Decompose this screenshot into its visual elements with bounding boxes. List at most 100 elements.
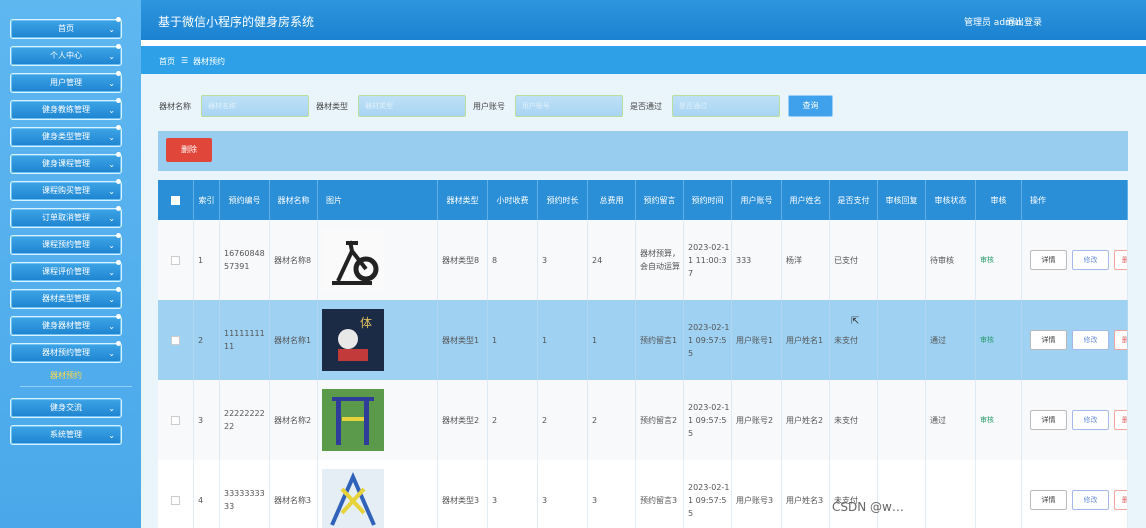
column-header-label: 图片 <box>326 195 342 205</box>
table-row[interactable]: 1 1676084857391 器材名称8 器材类型8 8 3 24 器材预算，会自动运算 20… <box>158 220 1128 300</box>
edit-button[interactable]: 修改 <box>1072 250 1109 270</box>
sidebar-item-label: 课程购买管理 <box>42 186 90 195</box>
logout-link[interactable]: 退出登录 <box>1006 15 1042 28</box>
row-checkbox-cell <box>158 300 194 380</box>
cell-total: 24 <box>588 220 636 300</box>
cell-text[interactable]: 审核 <box>980 414 994 427</box>
sidebar-item-label: 器材类型管理 <box>42 294 90 303</box>
row-checkbox[interactable] <box>171 335 180 345</box>
delete-button[interactable]: 删除 <box>1114 250 1127 270</box>
cell-time: 2023-02-11 09:57:55 <box>684 380 732 460</box>
cell-text[interactable]: 审核 <box>980 334 994 347</box>
row-checkbox[interactable] <box>171 495 180 505</box>
cell-text: 3 <box>542 255 548 265</box>
detail-button[interactable]: 详情 <box>1030 410 1067 430</box>
edit-button[interactable]: 修改 <box>1072 330 1109 350</box>
detail-button[interactable]: 详情 <box>1030 330 1067 350</box>
cell-audit: 审核 <box>976 380 1022 460</box>
search-input-approved[interactable] <box>672 95 780 117</box>
cell-text: 通过 <box>930 335 946 345</box>
row-checkbox[interactable] <box>171 255 180 265</box>
cell-type: 器材类型1 <box>438 300 488 380</box>
sidebar-item-after-1[interactable]: 系统管理 ⌄ <box>10 425 122 445</box>
sidebar-item-2[interactable]: 用户管理 ⌄ <box>10 71 122 93</box>
column-header-9: 预约留言 <box>636 180 684 220</box>
cell-user: 用户姓名1 <box>782 300 830 380</box>
select-all-checkbox[interactable] <box>171 195 180 205</box>
sidebar-item-5[interactable]: 健身课程管理 ⌄ <box>10 152 122 174</box>
chevron-down-icon: ⌄ <box>108 106 115 115</box>
sidebar-item-9[interactable]: 课程评价管理 ⌄ <box>10 260 122 282</box>
cell-text: 器材类型8 <box>442 255 480 265</box>
cell-text: 用户姓名3 <box>786 495 824 505</box>
sidebar-item-label: 系统管理 <box>50 430 82 439</box>
sidebar-item-label: 课程预约管理 <box>42 240 90 249</box>
breadcrumb-home[interactable]: 首页 <box>159 56 175 67</box>
edit-button[interactable]: 修改 <box>1072 410 1109 430</box>
table-row[interactable]: 3 2222222222 器材名称2 器材类型2 2 2 2 预约留言2 2023-02-11 … <box>158 380 1128 460</box>
search-input-account[interactable] <box>515 95 623 117</box>
sidebar-item-7[interactable]: 订单取消管理 ⌄ <box>10 206 122 228</box>
cell-reply <box>878 220 926 300</box>
delete-button[interactable]: 删除 <box>1114 410 1127 430</box>
sidebar-item-3[interactable]: 健身教练管理 ⌄ <box>10 98 122 120</box>
sidebar-item-8[interactable]: 课程预约管理 ⌄ <box>10 233 122 255</box>
cell-text[interactable]: 审核 <box>980 254 994 267</box>
chevron-down-icon: ⌄ <box>108 322 115 331</box>
cell-text: 用户账号2 <box>736 415 774 425</box>
row-checkbox[interactable] <box>171 415 180 425</box>
sidebar-item-after-0[interactable]: 健身交流 ⌄ <box>10 398 122 418</box>
chevron-down-icon: ⌄ <box>108 404 115 413</box>
column-header-6: 小时收费 <box>488 180 538 220</box>
operations-cell: 详情修改删除 <box>1022 460 1128 528</box>
batch-delete-button[interactable]: 删除 <box>166 138 212 162</box>
chevron-down-icon: ⌄ <box>108 349 115 358</box>
search-input-name[interactable] <box>201 95 309 117</box>
cell-text: 器材预算，会自动运算 <box>640 249 680 271</box>
column-header-0[interactable] <box>158 180 194 220</box>
cell-text: 预约留言1 <box>640 335 678 345</box>
table-row[interactable]: 4 3333333333 器材名称3 器材类型3 3 3 3 预约留言3 2023-02-11 … <box>158 460 1128 528</box>
column-header-label: 是否支付 <box>837 195 870 205</box>
cell-text: 用户姓名2 <box>786 415 824 425</box>
delete-button[interactable]: 删除 <box>1114 490 1127 510</box>
detail-button[interactable]: 详情 <box>1030 250 1067 270</box>
sidebar-item-12[interactable]: 器材预约管理 ⌄ <box>10 341 122 363</box>
sidebar-item-6[interactable]: 课程购买管理 ⌄ <box>10 179 122 201</box>
delete-button[interactable]: 删除 <box>1114 330 1127 350</box>
cell-text: 器材名称1 <box>274 335 312 345</box>
sidebar-subitem-equipment-booking[interactable]: 器材预约 <box>10 370 122 381</box>
edit-button[interactable]: 修改 <box>1072 490 1109 510</box>
sidebar-item-0[interactable]: 首页 ⌄ <box>10 17 122 39</box>
search-label-approved: 是否通过 <box>630 102 662 111</box>
sidebar: 首页 ⌄ 个人中心 ⌄ 用户管理 ⌄ 健身教练管理 ⌄ 健身类型管理 ⌄ 健身课程管理 ⌄ 课程购买管理… <box>0 0 141 528</box>
detail-button[interactable]: 详情 <box>1030 490 1067 510</box>
cell-reply <box>878 380 926 460</box>
cell-msg: 预约留言3 <box>636 460 684 528</box>
cell-rate: 3 <box>488 460 538 528</box>
column-header-7: 预约时长 <box>538 180 588 220</box>
chevron-down-icon: ⌄ <box>108 214 115 223</box>
equipment-thumbnail <box>322 389 384 451</box>
column-header-label: 审核回复 <box>885 195 918 205</box>
sidebar-item-10[interactable]: 器材类型管理 ⌄ <box>10 287 122 309</box>
chevron-down-icon: ⌄ <box>108 25 115 34</box>
equipment-thumbnail <box>322 469 384 528</box>
sidebar-item-1[interactable]: 个人中心 ⌄ <box>10 44 122 66</box>
sidebar-item-11[interactable]: 健身器材管理 ⌄ <box>10 314 122 336</box>
column-header-label: 预约留言 <box>643 195 676 205</box>
cell-account: 用户账号2 <box>732 380 782 460</box>
search-input-type[interactable] <box>358 95 466 117</box>
query-button[interactable]: 查询 <box>788 95 833 117</box>
table-row[interactable]: 2 1111111111 器材名称1 体器材类型1 1 1 1 预约留言1 2023-02-11… <box>158 300 1128 380</box>
cell-total: 2 <box>588 380 636 460</box>
column-header-label: 审核 <box>990 195 1007 205</box>
cell-index: 2 <box>194 300 220 380</box>
column-header-label: 操作 <box>1030 195 1046 205</box>
sidebar-item-4[interactable]: 健身类型管理 ⌄ <box>10 125 122 147</box>
cell-name: 器材名称8 <box>270 220 318 300</box>
cell-total: 1 <box>588 300 636 380</box>
cell-audit: 审核 <box>976 300 1022 380</box>
column-header-label: 索引 <box>198 195 215 205</box>
equipment-image-cell <box>318 220 438 300</box>
